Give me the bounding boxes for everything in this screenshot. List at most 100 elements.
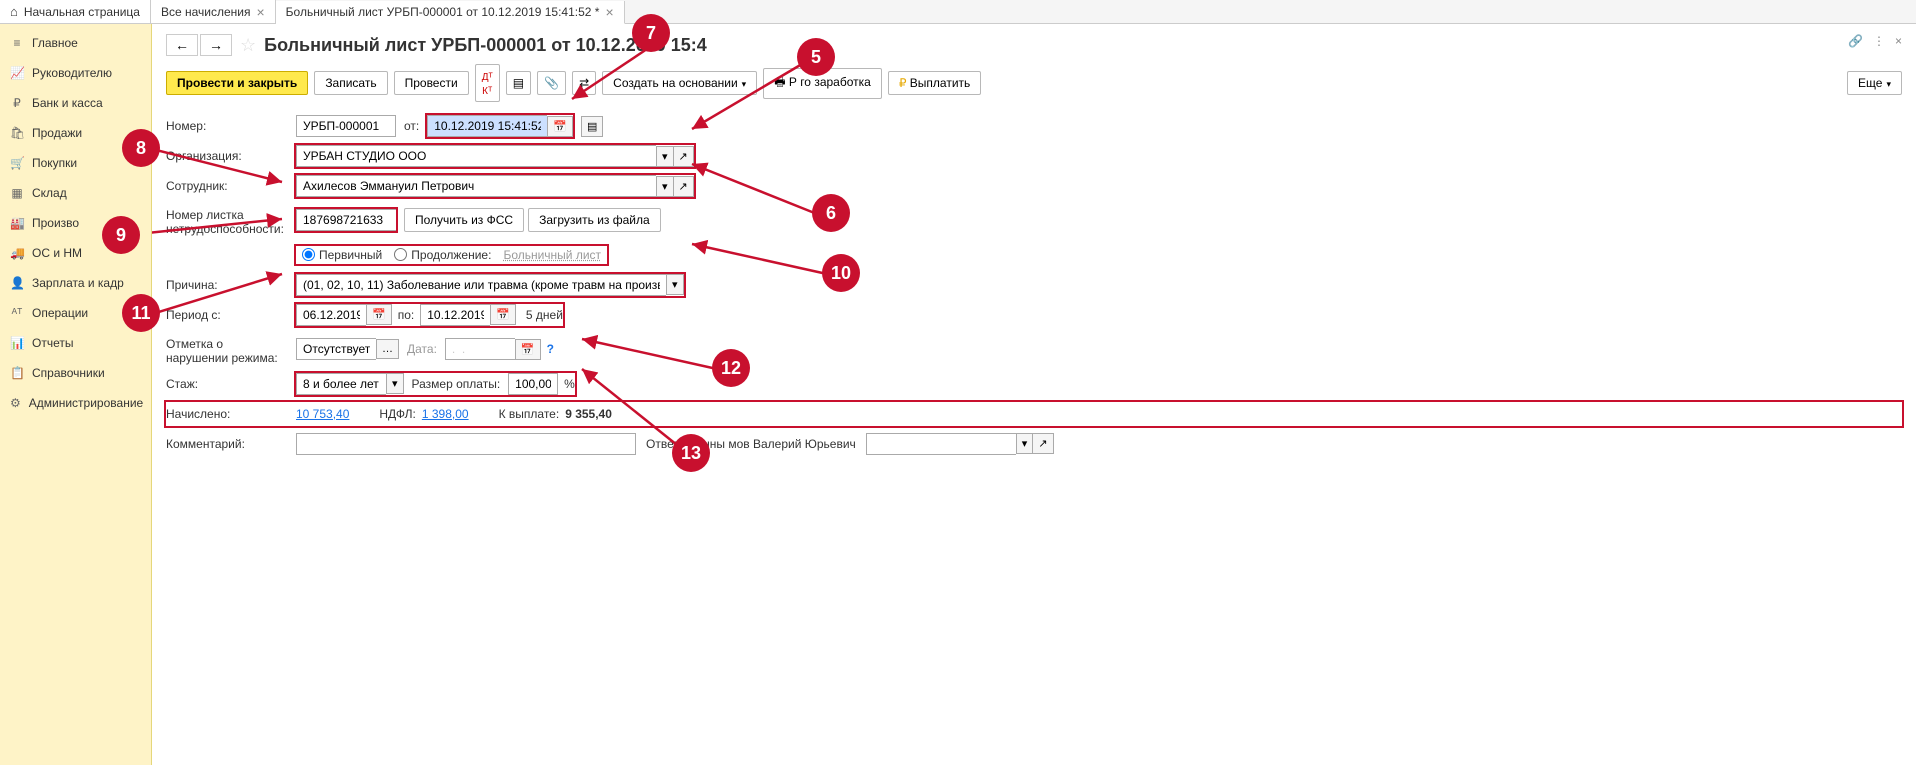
sidebar-item-label: Руководителю	[32, 66, 112, 80]
sidebar-item-main[interactable]: ≡Главное	[0, 28, 151, 58]
truck-icon: 🚚	[10, 246, 24, 260]
annotation-13: 13	[672, 434, 710, 472]
sidebar-item-admin[interactable]: ⚙Администрирование	[0, 388, 151, 418]
load-file-button[interactable]: Загрузить из файла	[528, 208, 661, 232]
pay-button[interactable]: ₽ Выплатить	[888, 71, 981, 95]
tab-doc[interactable]: Больничный лист УРБП-000001 от 10.12.201…	[276, 1, 625, 24]
sidebar-item-payroll[interactable]: 👤Зарплата и кадр	[0, 268, 151, 298]
get-fss-button[interactable]: Получить из ФСС	[404, 208, 524, 232]
pct-label: %	[564, 377, 575, 391]
tab-label: Начальная страница	[24, 5, 140, 19]
sick-link[interactable]: Больничный лист	[503, 248, 601, 262]
continuation-radio[interactable]: Продолжение:	[394, 248, 491, 262]
bars-icon: 📊	[10, 336, 24, 350]
open-button[interactable]: ↗	[673, 176, 694, 197]
dropdown-button[interactable]: ▾	[386, 373, 404, 394]
sidebar-item-warehouse[interactable]: ▦Склад	[0, 178, 151, 208]
accrued-value[interactable]: 10 753,40	[296, 407, 349, 421]
primary-radio[interactable]: Первичный	[302, 248, 382, 262]
sidebar-item-label: Продажи	[32, 126, 82, 140]
annotation-12: 12	[712, 349, 750, 387]
back-button[interactable]: ←	[166, 34, 198, 56]
open-button[interactable]: ↗	[673, 146, 694, 167]
dtkt-button[interactable]: ДᵀКᵀ	[475, 64, 500, 102]
calendar-button[interactable]: 📅	[366, 304, 392, 325]
close-icon[interactable]: ×	[256, 5, 264, 19]
link-icon[interactable]: 🔗	[1848, 34, 1863, 48]
write-button[interactable]: Записать	[314, 71, 387, 95]
sidebar-item-reports[interactable]: 📊 Отчеты	[0, 328, 151, 358]
annotation-6: 6	[812, 194, 850, 232]
number-field[interactable]	[296, 115, 396, 137]
clip-icon: 📎	[544, 76, 559, 90]
sidebar-item-label: Банк и касса	[32, 96, 103, 110]
post-close-button[interactable]: Провести и закрыть	[166, 71, 308, 95]
doc-button[interactable]: ▤	[506, 71, 531, 95]
sidebar-item-label: Склад	[32, 186, 67, 200]
annotation-5: 5	[797, 38, 835, 76]
sidebar-item-bank[interactable]: ₽ Банк и касса	[0, 88, 151, 118]
more-icon[interactable]: ⋮	[1873, 34, 1885, 48]
ruble-icon: ₽	[10, 96, 24, 110]
reason-label: Причина:	[166, 278, 296, 292]
sidebar-item-manager[interactable]: 📈 Руководителю	[0, 58, 151, 88]
more-button[interactable]: Еще▾	[1847, 71, 1902, 95]
doc-link-button[interactable]: ▤	[581, 116, 603, 137]
link-button[interactable]: ⇄	[572, 71, 596, 95]
gear-icon: ⚙	[10, 396, 21, 410]
violation-field[interactable]	[296, 338, 376, 360]
tab-home[interactable]: ⌂ Начальная страница	[0, 0, 151, 23]
pay-size-field[interactable]	[508, 373, 558, 395]
dropdown-button[interactable]: ▾	[1016, 433, 1033, 454]
date-field[interactable]	[427, 115, 547, 137]
chevron-down-icon: ▾	[1022, 438, 1028, 450]
reason-field[interactable]	[296, 274, 666, 296]
ndfl-value[interactable]: 1 398,00	[422, 407, 469, 421]
person-icon: 👤	[10, 276, 24, 290]
sidebar-item-label: Отчеты	[32, 336, 73, 350]
attach-button[interactable]: 📎	[537, 71, 566, 95]
calendar-button[interactable]: 📅	[547, 116, 573, 137]
calendar-icon: 📅	[553, 121, 567, 133]
dtkt-icon: ДᵀКᵀ	[482, 72, 493, 97]
annotation-9: 9	[102, 216, 140, 254]
dropdown-button[interactable]: ▾	[666, 274, 684, 295]
seniority-label: Стаж:	[166, 377, 296, 391]
star-icon[interactable]: ☆	[240, 35, 256, 56]
close-icon[interactable]: ×	[605, 5, 613, 19]
org-field[interactable]	[296, 145, 656, 167]
sidebar-item-label: Операции	[32, 306, 88, 320]
emp-field[interactable]	[296, 175, 656, 197]
list-icon: 📋	[10, 366, 24, 380]
accrued-label: Начислено:	[166, 407, 296, 421]
create-based-button[interactable]: Создать на основании▾	[602, 71, 757, 95]
calendar-button[interactable]: 📅	[515, 339, 541, 360]
period-from-field[interactable]	[296, 304, 366, 326]
forward-button[interactable]: →	[200, 34, 232, 56]
close-icon[interactable]: ×	[1895, 34, 1902, 48]
number-label: Номер:	[166, 119, 296, 133]
print-icon: 🖶	[774, 75, 785, 89]
annotation-11: 11	[122, 294, 160, 332]
sheet-num-label: Номер листка нетрудоспособности:	[166, 204, 296, 237]
comment-field[interactable]	[296, 433, 636, 455]
ruble-icon: ₽	[899, 76, 907, 90]
home-icon: ⌂	[10, 4, 18, 19]
dropdown-button[interactable]: ▾	[656, 176, 673, 197]
sidebar-item-dictionaries[interactable]: 📋Справочники	[0, 358, 151, 388]
seniority-field[interactable]	[296, 373, 386, 395]
open-icon: ↗	[1038, 438, 1047, 450]
violation-date-field[interactable]	[445, 338, 515, 360]
post-button[interactable]: Провести	[394, 71, 469, 95]
period-to-field[interactable]	[420, 304, 490, 326]
open-button[interactable]: ↗	[1032, 433, 1053, 454]
select-button[interactable]: …	[376, 339, 399, 359]
responsible-field[interactable]	[866, 433, 1016, 455]
open-icon: ↗	[679, 181, 688, 193]
chart-icon: 📈	[10, 66, 24, 80]
calendar-button[interactable]: 📅	[490, 304, 516, 325]
help-icon[interactable]: ?	[547, 342, 554, 356]
tab-all[interactable]: Все начисления ×	[151, 0, 276, 23]
dropdown-button[interactable]: ▾	[656, 146, 673, 167]
sheet-num-field[interactable]	[296, 209, 396, 231]
